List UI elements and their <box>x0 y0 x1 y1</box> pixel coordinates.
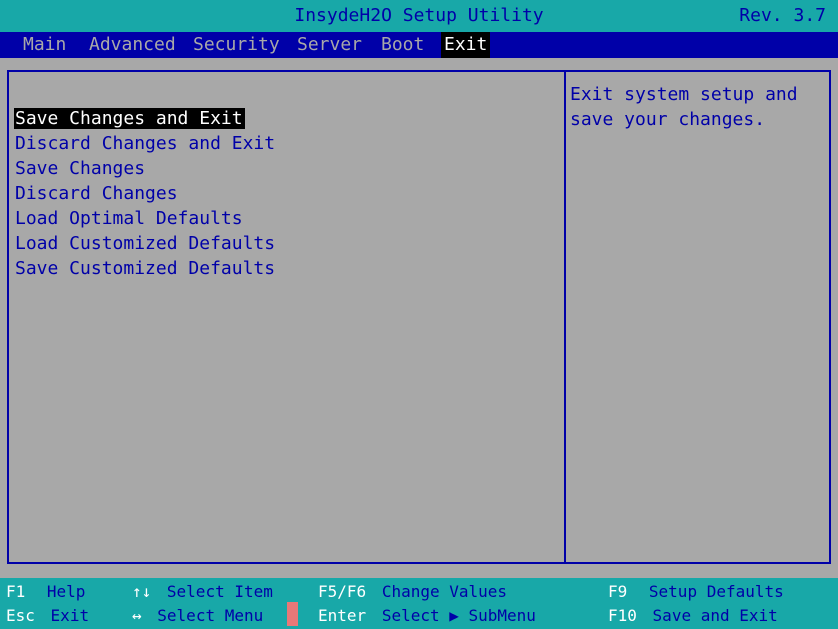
option-save-changes-and-exit[interactable]: Save Changes and Exit <box>14 106 277 131</box>
f5f6-key: F5/F6 <box>318 582 367 601</box>
cursor-block <box>287 602 298 626</box>
legend-select-menu: ↔ Select Menu <box>132 604 263 628</box>
tab-server[interactable]: Server <box>294 32 365 58</box>
f1-key: F1 <box>6 582 26 601</box>
option-load-optimal-defaults[interactable]: Load Optimal Defaults <box>14 206 277 231</box>
left-right-arrows-icon: ↔ <box>132 606 142 625</box>
menu-bar: Main Advanced Security Server Boot Exit <box>0 32 838 58</box>
legend-save-and-exit: F10 Save and Exit <box>608 604 778 628</box>
f9-key: F9 <box>608 582 628 601</box>
legend-change-values: F5/F6 Change Values <box>318 580 507 604</box>
esc-desc: Exit <box>50 606 90 625</box>
legend-esc-exit: Esc Exit <box>6 604 89 628</box>
setup-defaults-desc: Setup Defaults <box>648 582 784 601</box>
help-text: Exit system setup and save your changes. <box>570 82 825 132</box>
legend-enter-submenu: Enter Select ▶ SubMenu <box>318 604 536 628</box>
enter-key: Enter <box>318 606 367 625</box>
select-item-desc: Select Item <box>166 582 273 601</box>
bios-screen: InsydeH2O Setup Utility Rev. 3.7 Main Ad… <box>0 0 838 629</box>
option-save-customized-defaults[interactable]: Save Customized Defaults <box>14 256 277 281</box>
exit-options-list: Save Changes and Exit Discard Changes an… <box>14 106 277 281</box>
enter-desc: Select ▶ SubMenu <box>381 606 536 625</box>
f10-desc: Save and Exit <box>652 606 778 625</box>
f1-desc: Help <box>46 582 86 601</box>
option-discard-changes[interactable]: Discard Changes <box>14 181 277 206</box>
legend-f1-help: F1 Help <box>6 580 85 604</box>
tab-security[interactable]: Security <box>190 32 283 58</box>
tab-exit[interactable]: Exit <box>441 32 491 58</box>
revision-label: Rev. 3.7 <box>739 5 826 26</box>
legend-setup-defaults: F9 Setup Defaults <box>608 580 784 604</box>
change-values-desc: Change Values <box>381 582 508 601</box>
help-line-1: Exit system setup and <box>570 84 798 105</box>
help-line-2: save your changes. <box>570 109 766 130</box>
option-load-customized-defaults[interactable]: Load Customized Defaults <box>14 231 277 256</box>
tab-main[interactable]: Main <box>20 32 69 58</box>
app-title: InsydeH2O Setup Utility <box>294 5 544 26</box>
title-bar: InsydeH2O Setup Utility Rev. 3.7 <box>0 0 838 32</box>
legend-select-item: ↑↓ Select Item <box>132 580 273 604</box>
tab-advanced[interactable]: Advanced <box>86 32 179 58</box>
esc-key: Esc <box>6 606 35 625</box>
tab-boot[interactable]: Boot <box>378 32 427 58</box>
option-save-changes[interactable]: Save Changes <box>14 156 277 181</box>
select-menu-desc: Select Menu <box>157 606 264 625</box>
up-down-arrows-icon: ↑↓ <box>132 582 152 601</box>
option-discard-changes-and-exit[interactable]: Discard Changes and Exit <box>14 131 277 156</box>
help-pane <box>564 70 831 564</box>
f10-key: F10 <box>608 606 637 625</box>
